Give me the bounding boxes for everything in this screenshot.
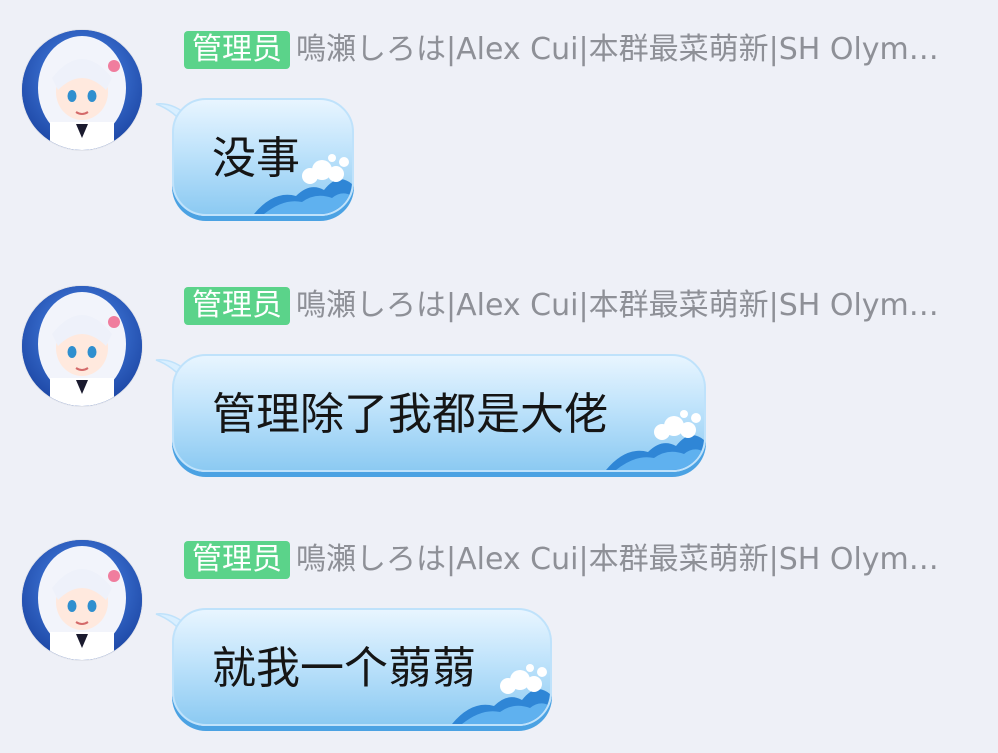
sender-meta: 管理员 鳴瀬しろは|Alex Cui|本群最菜萌新|SH Olympus|...: [184, 541, 984, 581]
message-bubble[interactable]: 没事: [172, 98, 354, 216]
anime-avatar-icon: [22, 540, 142, 660]
message-row: 管理员 鳴瀬しろは|Alex Cui|本群最菜萌新|SH Olympus|... …: [0, 256, 998, 496]
sender-meta: 管理员 鳴瀬しろは|Alex Cui|本群最菜萌新|SH Olympus|...: [184, 287, 984, 327]
anime-avatar-icon: [22, 30, 142, 150]
avatar[interactable]: [22, 30, 142, 150]
message-text: 没事: [212, 133, 300, 184]
sender-nickname[interactable]: 鳴瀬しろは|Alex Cui|本群最菜萌新|SH Olympus|...: [296, 287, 956, 325]
admin-badge: 管理员: [184, 287, 290, 325]
message-text: 管理除了我都是大佬: [212, 389, 608, 440]
sender-nickname[interactable]: 鳴瀬しろは|Alex Cui|本群最菜萌新|SH Olympus|...: [296, 541, 956, 579]
message-bubble[interactable]: 就我一个蒻蒻: [172, 608, 552, 726]
message-bubble[interactable]: 管理除了我都是大佬: [172, 354, 706, 472]
message-text: 就我一个蒻蒻: [212, 643, 476, 694]
admin-badge: 管理员: [184, 541, 290, 579]
message-row: 管理员 鳴瀬しろは|Alex Cui|本群最菜萌新|SH Olympus|... …: [0, 0, 998, 240]
sender-nickname[interactable]: 鳴瀬しろは|Alex Cui|本群最菜萌新|SH Olympus|...: [296, 31, 956, 69]
avatar[interactable]: [22, 286, 142, 406]
sender-meta: 管理员 鳴瀬しろは|Alex Cui|本群最菜萌新|SH Olympus|...: [184, 31, 984, 71]
admin-badge: 管理员: [184, 31, 290, 69]
anime-avatar-icon: [22, 286, 142, 406]
avatar[interactable]: [22, 540, 142, 660]
message-row: 管理员 鳴瀬しろは|Alex Cui|本群最菜萌新|SH Olympus|... …: [0, 510, 998, 750]
